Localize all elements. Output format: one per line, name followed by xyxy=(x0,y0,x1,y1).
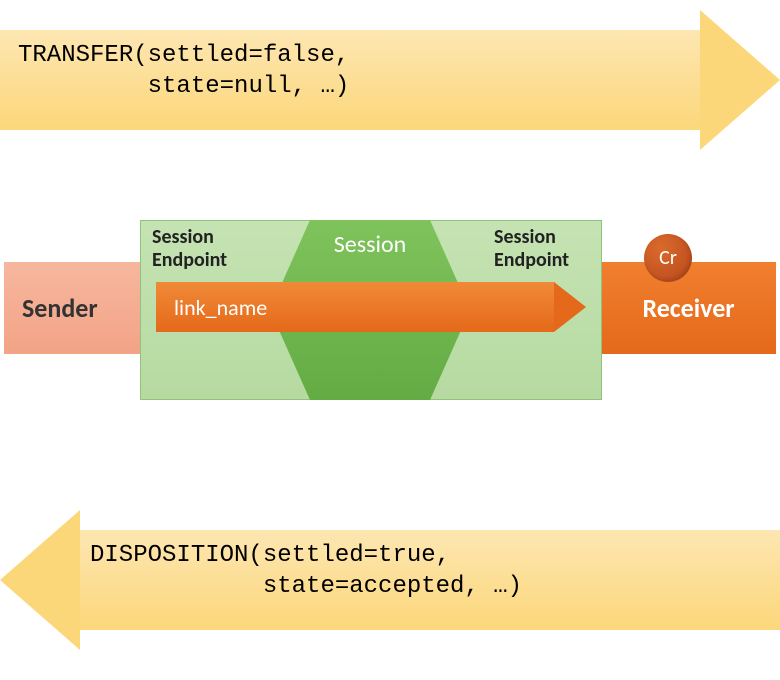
disposition-arrow: DISPOSITION(settled=true, state=accepted… xyxy=(0,510,780,650)
session-label: Session xyxy=(270,230,470,259)
arrow-right-icon xyxy=(554,282,586,332)
receiver-label: Receiver xyxy=(642,292,734,324)
session-endpoint-left: Session Endpoint xyxy=(152,226,272,272)
session-diagram: Sender Receiver Session Session Endpoint… xyxy=(0,220,780,420)
link-name-arrow-body: link_name xyxy=(156,282,554,332)
receiver-box: Receiver xyxy=(601,262,776,354)
link-name-arrow: link_name xyxy=(156,282,586,332)
transfer-arrow: TRANSFER(settled=false, state=null, …) xyxy=(0,10,780,150)
credit-badge-label: Cr xyxy=(659,246,677,270)
transfer-arrow-label: TRANSFER(settled=false, state=null, …) xyxy=(18,40,349,102)
disposition-arrow-label: DISPOSITION(settled=true, state=accepted… xyxy=(90,540,522,602)
credit-badge: Cr xyxy=(644,234,692,282)
session-endpoint-right: Session Endpoint xyxy=(494,226,614,272)
session-endpoint-left-label: Session Endpoint xyxy=(152,225,227,272)
arrow-right-icon xyxy=(700,10,780,150)
session-endpoint-right-label: Session Endpoint xyxy=(494,225,569,272)
link-name-label: link_name xyxy=(174,294,267,321)
sender-label: Sender xyxy=(22,292,98,324)
arrow-left-icon xyxy=(0,510,80,650)
